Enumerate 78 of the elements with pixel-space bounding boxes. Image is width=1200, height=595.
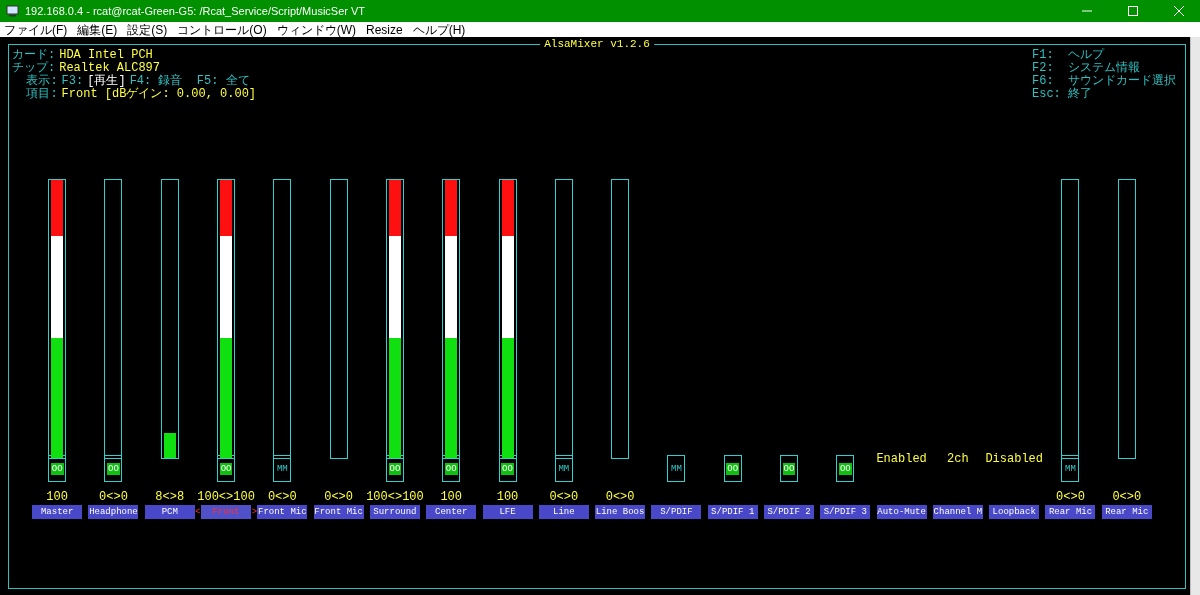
info-value: Front [dBゲイン: 0.00, 0.00] bbox=[61, 88, 257, 101]
volume-value: 0<>0 bbox=[549, 490, 579, 504]
channel-label[interactable]: Line Boos bbox=[595, 505, 646, 519]
scrollbar[interactable] bbox=[1190, 37, 1200, 595]
channel-label[interactable]: Rear Mic bbox=[1101, 505, 1152, 519]
window-title: 192.168.0.4 - rcat@rcat-Green-G5: /Rcat_Service/Script/MusicSer VT bbox=[25, 3, 366, 19]
menu-item[interactable]: 設定(S) bbox=[127, 22, 168, 37]
menu-item[interactable]: ヘルプ(H) bbox=[412, 22, 466, 37]
volume-bar[interactable] bbox=[329, 179, 348, 459]
help-key: F2: bbox=[1032, 62, 1068, 75]
help-key: F6: bbox=[1032, 75, 1068, 88]
channel-label[interactable]: Center bbox=[426, 505, 477, 519]
channel-label[interactable]: Auto-Mute bbox=[876, 505, 927, 519]
terminal-icon bbox=[6, 5, 19, 17]
help-key: F1: bbox=[1032, 49, 1068, 62]
close-icon[interactable] bbox=[1174, 6, 1184, 16]
channel-label[interactable]: S/PDIF 3 bbox=[820, 505, 871, 519]
enum-value: Enabled bbox=[876, 450, 927, 468]
volume-value: 8<>8 bbox=[155, 490, 185, 504]
info-value: [再生] bbox=[87, 75, 126, 88]
info-value: HDA Intel PCH bbox=[59, 49, 153, 62]
channel-label[interactable]: Front Mic bbox=[313, 505, 364, 519]
info-label: 表示: bbox=[25, 75, 58, 88]
channel-label[interactable]: PCM bbox=[144, 505, 195, 519]
volume-bar[interactable] bbox=[611, 179, 630, 459]
menu-item[interactable]: ウィンドウ(W) bbox=[276, 22, 356, 37]
help-key: Esc: bbox=[1032, 88, 1068, 101]
info-value: F4: 録音 F5: 全て bbox=[129, 75, 250, 88]
enum-value: Disabled bbox=[985, 450, 1043, 468]
selection-mark: > bbox=[251, 506, 258, 519]
volume-bar[interactable] bbox=[1117, 179, 1136, 459]
menu-item[interactable]: コントロール(O) bbox=[177, 22, 267, 37]
mute-toggle[interactable]: MM bbox=[554, 455, 573, 482]
channel-label[interactable]: Master bbox=[32, 505, 83, 519]
volume-bar[interactable] bbox=[104, 179, 123, 459]
channel-label[interactable]: Front Mic bbox=[257, 505, 308, 519]
mute-toggle[interactable]: MM bbox=[1061, 455, 1080, 482]
channel-label[interactable]: Line bbox=[538, 505, 589, 519]
volume-value: 100<>100 bbox=[366, 490, 424, 504]
volume-value: 0<>0 bbox=[1056, 490, 1085, 504]
volume-value: 100 bbox=[46, 490, 68, 504]
volume-bar[interactable] bbox=[554, 179, 573, 459]
info-value: F3: bbox=[61, 75, 84, 88]
menu-item[interactable]: ファイル(F) bbox=[4, 22, 68, 37]
channel-label[interactable]: S/PDIF 2 bbox=[764, 505, 814, 519]
channel-label[interactable]: LFE bbox=[482, 505, 533, 519]
help-text: ヘルプ bbox=[1068, 49, 1104, 62]
volume-bar[interactable] bbox=[1061, 179, 1080, 459]
channel-label[interactable]: Surround bbox=[369, 505, 420, 519]
volume-bar[interactable] bbox=[273, 179, 292, 459]
mute-toggle[interactable]: MM bbox=[667, 455, 686, 482]
info-label: 項目: bbox=[25, 88, 58, 101]
channel-label[interactable]: Channel M bbox=[932, 505, 983, 519]
info-value: Realtek ALC897 bbox=[59, 62, 161, 75]
menu-item[interactable]: 編集(E) bbox=[77, 22, 118, 37]
channel-label[interactable]: Headphone bbox=[88, 505, 139, 519]
volume-value: 100 bbox=[440, 490, 463, 504]
enum-value: 2ch bbox=[947, 450, 969, 468]
selection-mark: < bbox=[195, 506, 201, 519]
volume-bar[interactable] bbox=[160, 179, 179, 459]
volume-value: 0<>0 bbox=[324, 490, 354, 504]
channel-label[interactable]: Loopback bbox=[989, 505, 1040, 519]
volume-value: 0<>0 bbox=[99, 490, 128, 504]
volume-value: 100<>100 bbox=[197, 490, 255, 504]
channel-label[interactable]: S/PDIF 1 bbox=[707, 505, 758, 519]
channel-label[interactable]: S/PDIF bbox=[651, 505, 702, 519]
mute-toggle[interactable]: MM bbox=[273, 455, 292, 482]
maximize-icon[interactable] bbox=[1128, 6, 1138, 16]
channel-label[interactable]: Rear Mic bbox=[1045, 505, 1096, 519]
help-text: 終了 bbox=[1068, 88, 1092, 101]
help-text: システム情報 bbox=[1068, 62, 1140, 75]
help-text: サウンドカード選択 bbox=[1068, 75, 1176, 88]
volume-value: 0<>0 bbox=[267, 490, 297, 504]
menu-item[interactable]: Resize bbox=[366, 22, 403, 37]
info-label: カード: bbox=[12, 49, 56, 62]
volume-value: 0<>0 bbox=[605, 490, 635, 504]
volume-value: 0<>0 bbox=[1112, 490, 1142, 504]
volume-value: 100 bbox=[496, 490, 519, 504]
